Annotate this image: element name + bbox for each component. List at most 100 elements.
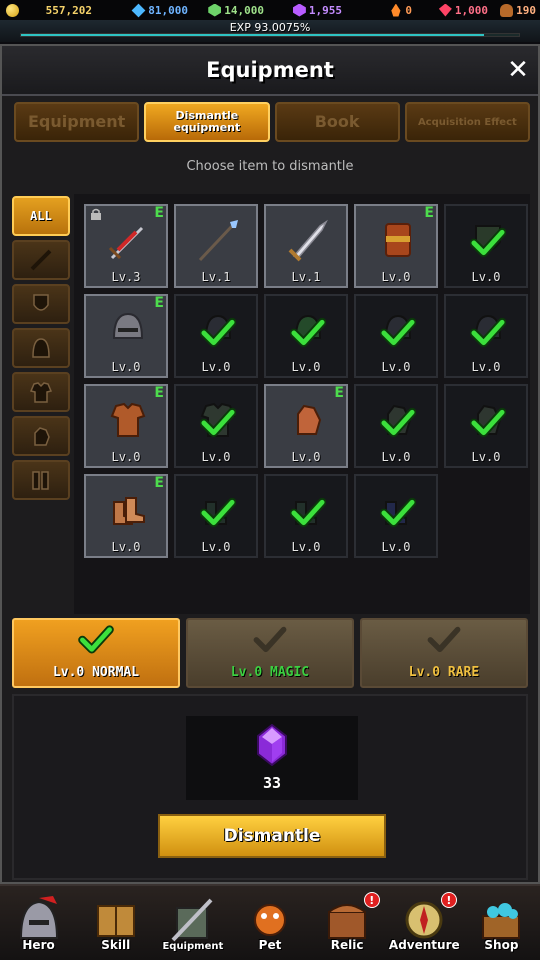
check-icon bbox=[200, 497, 236, 528]
gloves-item[interactable]: Lv.0 bbox=[354, 384, 438, 468]
purple-crystal-icon bbox=[257, 724, 287, 766]
boots-icon bbox=[32, 471, 49, 490]
greatsword-item[interactable]: Lv.1 bbox=[264, 204, 348, 288]
equipment-panel: Equipment ✕ Equipment Dismantle equipment… bbox=[0, 44, 540, 884]
dismantle-button[interactable]: Dismantle bbox=[158, 814, 386, 858]
nav-relic[interactable]: Relic! bbox=[309, 886, 386, 960]
bread-icon bbox=[500, 3, 514, 17]
tab-dismantle-equipment[interactable]: Dismantle equipment bbox=[144, 102, 270, 142]
exp-bar-fill bbox=[21, 34, 485, 36]
resource-value: 1,955 bbox=[308, 3, 342, 17]
shield-item[interactable]: Lv.0 bbox=[444, 204, 528, 288]
filter-helmet[interactable] bbox=[12, 328, 70, 368]
item-icon bbox=[288, 219, 328, 262]
check-icon bbox=[470, 227, 506, 258]
nav-label: Skill bbox=[101, 938, 131, 952]
gloves-item[interactable]: Lv.0 bbox=[444, 384, 528, 468]
iron-helmet-item[interactable]: E Lv.0 bbox=[84, 294, 168, 378]
filter-sword[interactable] bbox=[12, 240, 70, 280]
tab-book[interactable]: Book bbox=[274, 102, 400, 142]
grade-label: Lv.0 NORMAL bbox=[52, 665, 140, 680]
gold-coin-icon bbox=[6, 3, 19, 17]
item-icon bbox=[108, 226, 144, 260]
filter-label: ALL bbox=[30, 209, 52, 223]
leather-gloves-item[interactable]: E Lv.0 bbox=[264, 384, 348, 468]
nav-equipment[interactable]: Equipment bbox=[154, 886, 231, 960]
nav-shop[interactable]: Shop bbox=[463, 886, 540, 960]
wooden-shield-item[interactable]: E Lv.0 bbox=[354, 204, 438, 288]
item-level: Lv.1 bbox=[201, 270, 231, 284]
resource-purple-gem: 1,955 bbox=[268, 0, 346, 20]
grade-label: Lv.0 RARE bbox=[408, 665, 480, 680]
exp-bar-container: EXP 93.0075% bbox=[0, 20, 540, 42]
item-level: Lv.0 bbox=[201, 540, 231, 554]
check-icon bbox=[290, 317, 326, 348]
item-level: Lv.0 bbox=[291, 540, 321, 554]
nav-adventure[interactable]: Adventure! bbox=[386, 886, 463, 960]
filter-boots[interactable] bbox=[12, 460, 70, 500]
check-icon bbox=[427, 626, 461, 653]
purple-gem-icon bbox=[292, 3, 306, 17]
panel-title: Equipment bbox=[206, 58, 334, 82]
filter-shield[interactable] bbox=[12, 284, 70, 324]
helmet-item[interactable]: Lv.0 bbox=[354, 294, 438, 378]
item-level: Lv.0 bbox=[381, 450, 411, 464]
equipped-badge: E bbox=[424, 205, 434, 221]
grade-magic-button[interactable]: Lv.0 MAGIC bbox=[186, 618, 354, 688]
gloves-icon bbox=[34, 427, 50, 446]
spear-item[interactable]: Lv.1 bbox=[174, 204, 258, 288]
filter-gloves[interactable] bbox=[12, 416, 70, 456]
red-sword-item[interactable]: E Lv.3 bbox=[84, 204, 168, 288]
resource-green-gem: 14,000 bbox=[192, 0, 268, 20]
nav-label: Shop bbox=[484, 938, 519, 952]
equipped-badge: E bbox=[154, 475, 164, 491]
grade-normal-button[interactable]: Lv.0 NORMAL bbox=[12, 618, 180, 688]
nav-hero[interactable]: Hero bbox=[0, 886, 77, 960]
helmet-item[interactable]: Lv.0 bbox=[444, 294, 528, 378]
resource-diamond: 81,000 bbox=[96, 0, 192, 20]
item-level: Lv.0 bbox=[111, 360, 141, 374]
check-icon bbox=[380, 497, 416, 528]
item-icon bbox=[297, 404, 322, 435]
armor-item[interactable]: Lv.0 bbox=[174, 384, 258, 468]
check-icon bbox=[380, 317, 416, 348]
nav-skill[interactable]: Skill bbox=[77, 886, 154, 960]
tab-acquisition-effect[interactable]: Acquisition Effect bbox=[404, 102, 530, 142]
boots-item[interactable]: Lv.0 bbox=[264, 474, 348, 558]
armor-icon bbox=[29, 382, 53, 403]
nav-label: Pet bbox=[258, 938, 282, 952]
tab-equipment[interactable]: Equipment bbox=[14, 102, 140, 142]
filter-armor[interactable] bbox=[12, 372, 70, 412]
nav-pet[interactable]: Pet bbox=[231, 886, 308, 960]
equipped-badge: E bbox=[154, 205, 164, 221]
check-icon bbox=[253, 626, 287, 653]
item-level: Lv.0 bbox=[381, 360, 411, 374]
helmet-item[interactable]: Lv.0 bbox=[174, 294, 258, 378]
boots-item[interactable]: Lv.0 bbox=[174, 474, 258, 558]
resource-bar: 557,202 81,000 14,000 1,955 0 1,000 190 bbox=[0, 0, 540, 20]
item-level: Lv.0 bbox=[201, 450, 231, 464]
alert-badge: ! bbox=[363, 892, 380, 908]
item-level: Lv.0 bbox=[111, 450, 141, 464]
equipment-icon bbox=[171, 898, 213, 942]
equipped-badge: E bbox=[154, 385, 164, 401]
nav-label: Equipment bbox=[162, 941, 224, 952]
diamond-icon bbox=[131, 3, 146, 17]
category-filters: ALL bbox=[12, 196, 72, 504]
boots-item[interactable]: Lv.0 bbox=[354, 474, 438, 558]
check-icon bbox=[78, 625, 114, 654]
item-level: Lv.0 bbox=[381, 270, 411, 284]
leather-armor-item[interactable]: E Lv.0 bbox=[84, 384, 168, 468]
grade-select: Lv.0 NORMAL Lv.0 MAGIC Lv.0 RARE bbox=[12, 618, 528, 688]
nav-label: Adventure bbox=[388, 938, 460, 952]
close-icon[interactable]: ✕ bbox=[504, 56, 532, 84]
item-level: Lv.0 bbox=[381, 540, 411, 554]
ruby-icon bbox=[438, 3, 452, 17]
filter-all[interactable]: ALL bbox=[12, 196, 70, 236]
helmet-item[interactable]: Lv.0 bbox=[264, 294, 348, 378]
grade-rare-button[interactable]: Lv.0 RARE bbox=[360, 618, 528, 688]
leather-boots-item[interactable]: E Lv.0 bbox=[84, 474, 168, 558]
check-icon bbox=[200, 407, 236, 438]
exp-label: EXP 93.0075% bbox=[229, 21, 311, 34]
reward-box: 33 bbox=[186, 716, 358, 800]
